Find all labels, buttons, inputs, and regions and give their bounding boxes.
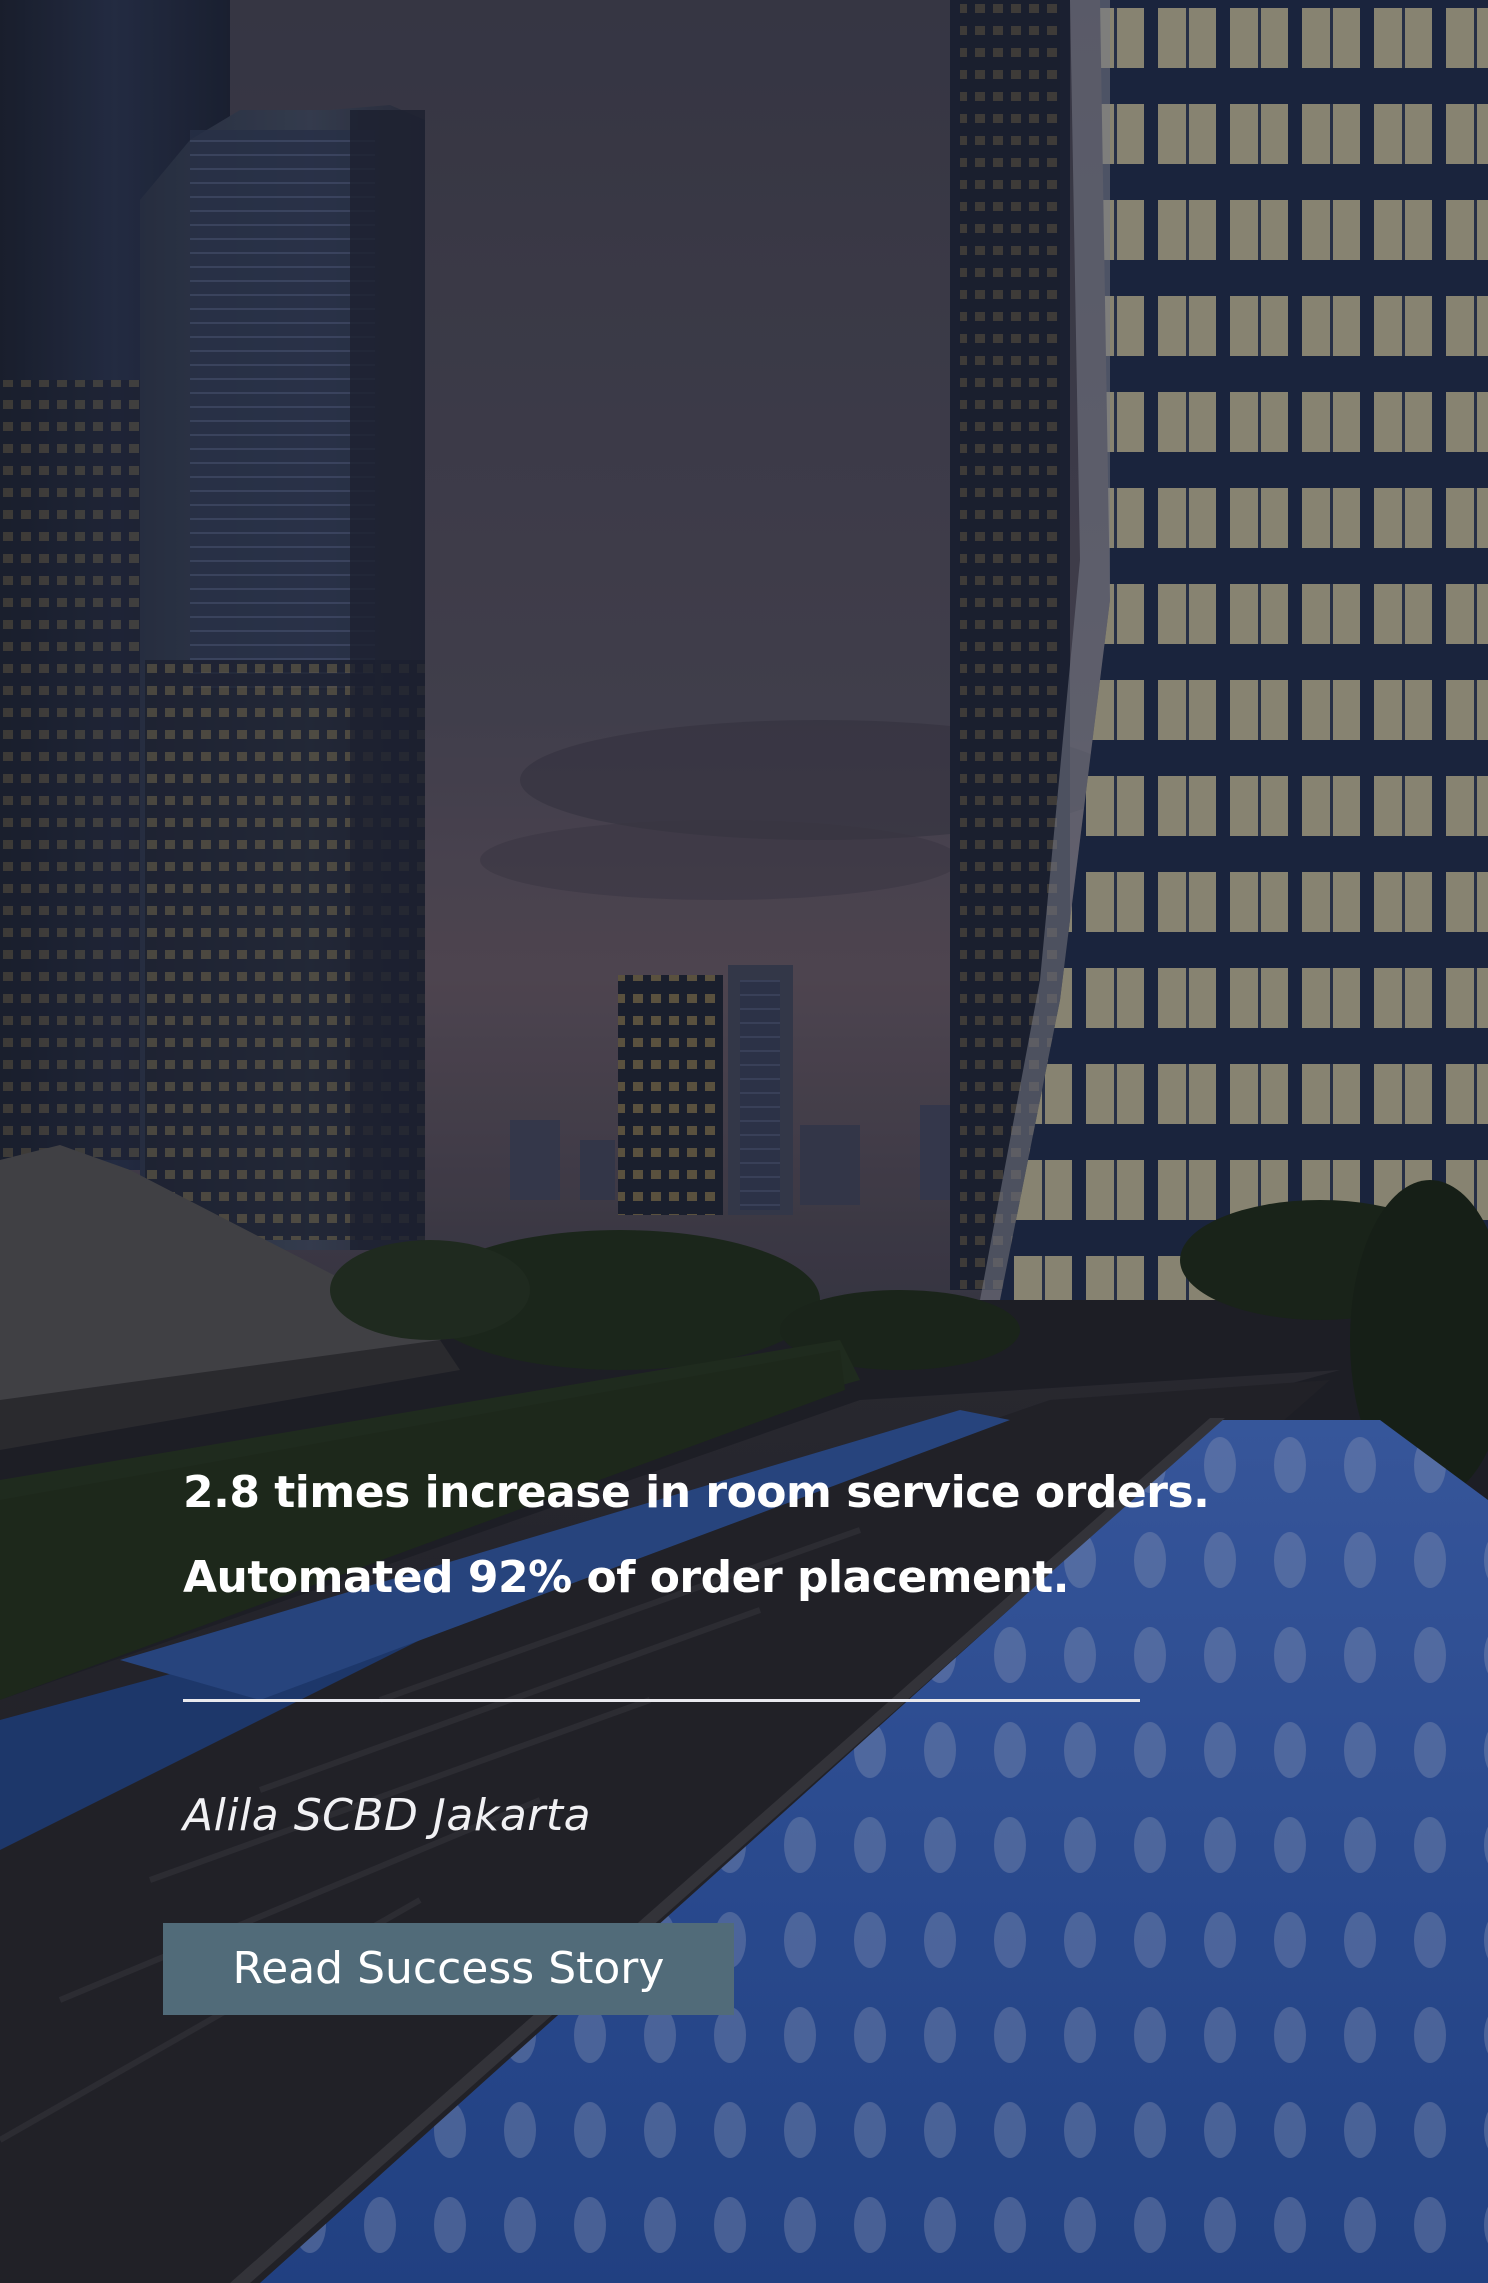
headline-line-2: Automated 92% of order placement. [183, 1552, 1069, 1603]
read-success-story-button[interactable]: Read Success Story [163, 1923, 734, 2015]
headline-line-1: 2.8 times increase in room service order… [183, 1467, 1210, 1518]
property-name: Alila SCBD Jakarta [183, 1790, 592, 1841]
story-content: 2.8 times increase in room service order… [183, 1450, 1283, 1620]
success-story-hero: 2.8 times increase in room service order… [0, 0, 1488, 2283]
divider-line [183, 1699, 1140, 1702]
story-headline: 2.8 times increase in room service order… [183, 1450, 1283, 1620]
